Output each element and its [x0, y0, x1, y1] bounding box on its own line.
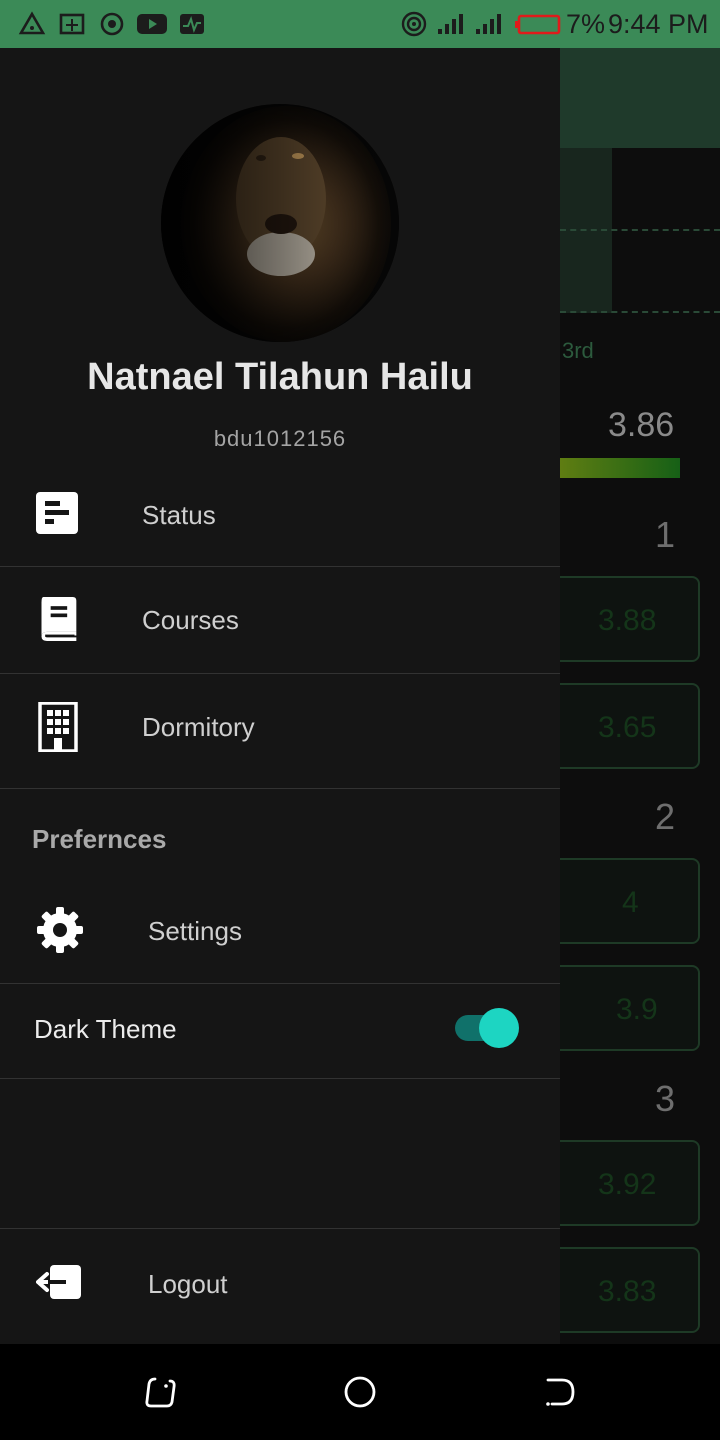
youtube-icon: [137, 14, 167, 34]
menu-label-settings: Settings: [148, 916, 242, 946]
divider: [0, 983, 560, 984]
divider: [0, 1078, 560, 1079]
user-id: bdu1012156: [213, 426, 347, 451]
menu-item-dormitory[interactable]: Dormitory: [0, 674, 560, 788]
semester-gpa: 4: [622, 886, 639, 919]
semester-card[interactable]: 3.88: [540, 576, 700, 662]
background-gpa-value: 3.86: [608, 406, 675, 444]
menu-item-status[interactable]: Status: [0, 460, 560, 566]
signal-icon: [438, 14, 463, 34]
signal-icon: [476, 14, 501, 34]
battery-percent: 7%: [566, 9, 606, 39]
semester-gpa: 3.65: [598, 711, 657, 744]
alert-triangle-icon: [18, 11, 46, 35]
user-name: Natnael Tilahun Hailu: [87, 356, 473, 398]
building-icon: [38, 702, 78, 752]
status-time: 9:44 PM: [608, 9, 709, 39]
logout-icon: [36, 1265, 81, 1299]
dark-theme-label: Dark Theme: [34, 1014, 177, 1044]
lion-avatar-image: [161, 104, 399, 342]
semester-gpa: 3.92: [598, 1168, 657, 1201]
background-grid-line: [560, 311, 720, 313]
background-year-label: 3rd: [562, 338, 594, 363]
background-gpa-progress: [560, 458, 680, 478]
semester-card[interactable]: 3.83: [540, 1247, 700, 1333]
divider: [0, 788, 560, 789]
battery-low-icon: [515, 14, 561, 35]
hotspot-icon: [401, 11, 427, 37]
menu-label-status: Status: [142, 500, 216, 530]
semester-card[interactable]: 3.65: [540, 683, 700, 769]
status-icon: [36, 492, 78, 534]
cast-icon: [59, 13, 85, 35]
gear-icon: [37, 907, 83, 953]
semester-card[interactable]: 3.9: [540, 965, 700, 1051]
menu-label-logout: Logout: [148, 1269, 228, 1299]
semester-card[interactable]: 3.92: [540, 1140, 700, 1226]
semester-gpa: 3.88: [598, 604, 657, 637]
semester-card[interactable]: 4: [540, 858, 700, 944]
menu-item-courses[interactable]: Courses: [0, 567, 560, 673]
background-app-bar: [560, 48, 720, 148]
menu-label-dormitory: Dormitory: [142, 712, 255, 742]
semester-number: 3: [655, 1078, 676, 1119]
toggle-thumb: [479, 1008, 519, 1048]
book-icon: [41, 597, 77, 641]
target-icon: [100, 12, 124, 36]
home-icon[interactable]: [342, 1374, 378, 1410]
navigation-drawer: Natnael Tilahun Hailu bdu1012156 Status …: [0, 48, 560, 1344]
activity-icon: [180, 14, 204, 34]
semester-number: 1: [655, 514, 676, 555]
menu-label-courses: Courses: [142, 605, 239, 635]
avatar[interactable]: [161, 104, 399, 342]
back-icon[interactable]: [542, 1374, 578, 1410]
dark-theme-toggle[interactable]: [453, 1008, 521, 1050]
semester-gpa: 3.9: [616, 993, 658, 1026]
preferences-section-title: Prefernces: [32, 824, 167, 854]
semester-number: 2: [655, 796, 676, 837]
recent-apps-icon[interactable]: [142, 1374, 178, 1410]
menu-item-settings[interactable]: Settings: [0, 878, 560, 984]
menu-item-logout[interactable]: Logout: [0, 1229, 560, 1343]
system-navigation-bar: [0, 1344, 720, 1440]
semester-gpa: 3.83: [598, 1275, 657, 1308]
background-grid-line: [560, 229, 720, 231]
status-bar: 7% 9:44 PM: [0, 0, 720, 48]
